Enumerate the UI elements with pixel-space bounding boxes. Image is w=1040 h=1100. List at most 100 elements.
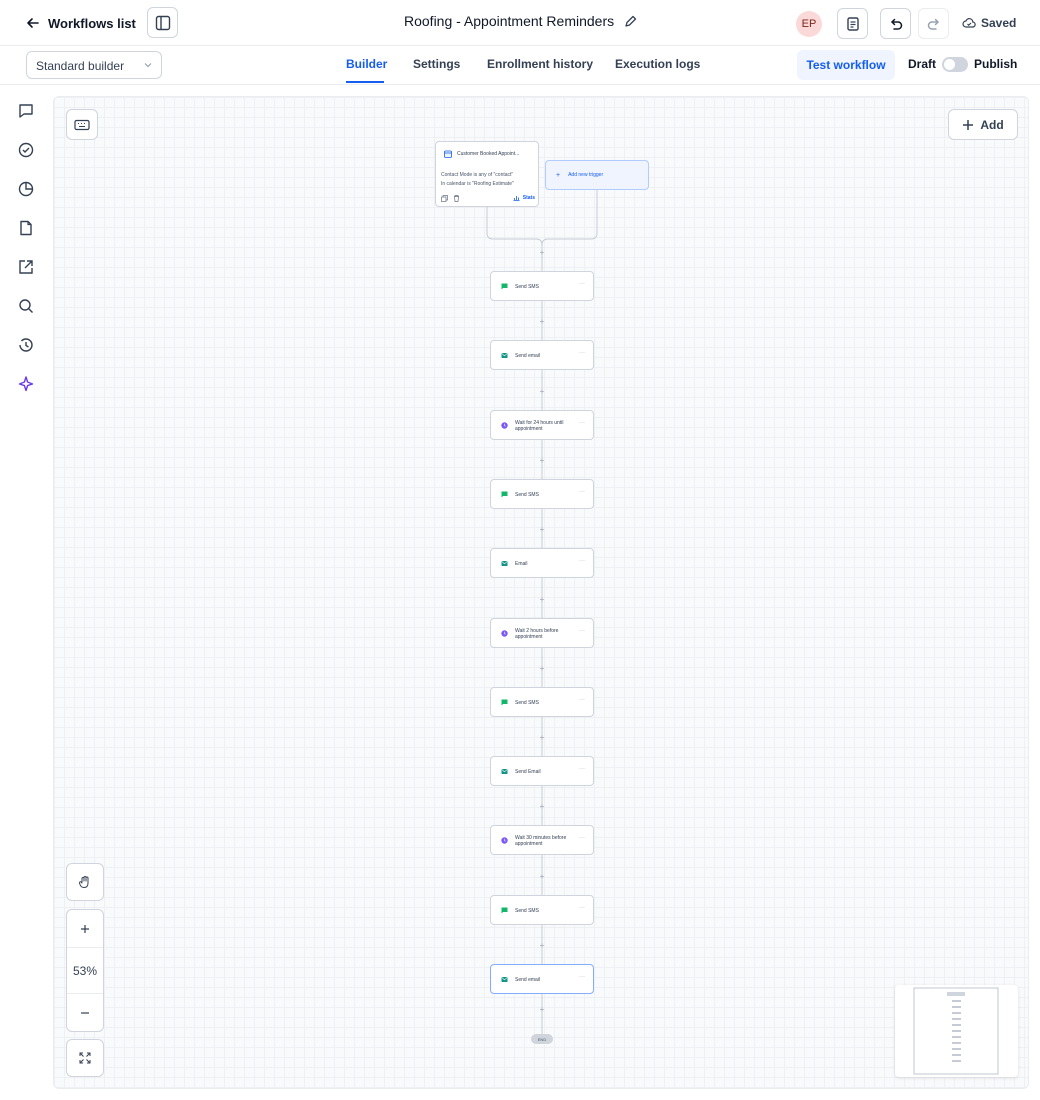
zoom-level: 53% (72, 963, 98, 978)
file-icon[interactable] (17, 219, 35, 237)
cloud-check-icon (962, 18, 976, 28)
tab-enrollment-history[interactable]: Enrollment history (487, 57, 593, 71)
step-label: Send Email (515, 769, 541, 775)
workflow-title: Roofing - Appointment Reminders (404, 13, 637, 29)
tab-execution-logs[interactable]: Execution logs (615, 57, 700, 71)
add-step-button[interactable]: + (538, 387, 546, 397)
zoom-in-button[interactable] (67, 910, 103, 948)
workflow-step-sms[interactable]: Send SMS ··· (490, 271, 594, 301)
search-icon[interactable] (17, 297, 35, 315)
saved-label: Saved (981, 16, 1017, 30)
email-icon (501, 353, 508, 358)
step-label: Send email (515, 353, 541, 359)
sms-icon (501, 283, 508, 290)
calendar-icon (444, 150, 452, 158)
more-options-icon[interactable]: ··· (579, 350, 585, 356)
draft-label: Draft (908, 57, 937, 71)
undo-icon (890, 18, 902, 30)
step-label: Email (515, 561, 528, 567)
undo-button[interactable] (880, 8, 911, 39)
workflow-step-email[interactable]: Send Email ··· (490, 756, 594, 786)
more-options-icon[interactable]: ··· (579, 628, 585, 634)
workflow-step-email[interactable]: Send email ··· (490, 340, 594, 370)
more-options-icon[interactable]: ··· (579, 766, 585, 772)
workflow-step-wait[interactable]: Wait 30 minutes before appointment ··· (490, 825, 594, 855)
add-step-button[interactable]: + (538, 248, 546, 258)
add-step-button[interactable]: + (538, 664, 546, 674)
notes-button[interactable] (837, 8, 868, 39)
trigger-header: Customer Booked Appoint... (444, 150, 519, 158)
add-new-trigger-button[interactable]: + Add new trigger (545, 160, 649, 190)
chevron-down-icon (144, 63, 152, 68)
clock-icon (501, 422, 508, 429)
add-step-button[interactable]: + (538, 525, 546, 535)
sms-icon (501, 699, 508, 706)
check-circle-icon[interactable] (17, 141, 35, 159)
add-step-button[interactable]: + (538, 595, 546, 605)
more-options-icon[interactable]: ··· (579, 835, 585, 841)
more-options-icon[interactable]: ··· (579, 420, 585, 426)
redo-button[interactable] (918, 8, 949, 39)
add-step-button[interactable]: + (538, 802, 546, 812)
toggle-sidebar-button[interactable] (147, 7, 178, 38)
more-options-icon[interactable]: ··· (579, 697, 585, 703)
more-options-icon[interactable]: ··· (579, 558, 585, 564)
add-step-button[interactable]: + (538, 317, 546, 327)
workflow-step-email[interactable]: Send email ··· (490, 964, 594, 994)
chat-icon[interactable] (17, 102, 35, 120)
add-step-button[interactable]: + (538, 872, 546, 882)
step-label: Send SMS (515, 700, 539, 706)
external-link-icon[interactable] (17, 258, 35, 276)
active-tab-indicator (346, 81, 384, 83)
workflow-step-wait[interactable]: Wait for 24 hours until appointment ··· (490, 410, 594, 440)
copy-icon[interactable] (441, 195, 448, 202)
clipboard-icon (846, 16, 859, 31)
saved-status: Saved (962, 16, 1016, 30)
more-options-icon[interactable]: ··· (579, 489, 585, 495)
zoom-out-button[interactable] (67, 993, 103, 1031)
trash-icon[interactable] (453, 195, 460, 202)
history-icon[interactable] (17, 336, 35, 354)
add-step-button[interactable]: + (538, 456, 546, 466)
back-label: Workflows list (48, 15, 136, 31)
tab-settings[interactable]: Settings (413, 57, 460, 71)
avatar[interactable]: EP (796, 11, 822, 37)
fit-view-button[interactable] (66, 1039, 104, 1077)
test-workflow-button[interactable]: Test workflow (797, 50, 895, 80)
minimap-preview (913, 987, 999, 1075)
workflow-step-wait[interactable]: Wait 2 hours before appointment ··· (490, 618, 594, 648)
workflow-step-email[interactable]: Email ··· (490, 548, 594, 578)
email-icon (501, 769, 508, 774)
trigger-title: Customer Booked Appoint... (457, 151, 520, 157)
pie-chart-icon[interactable] (17, 180, 35, 198)
add-step-button[interactable]: + (538, 733, 546, 743)
builder-toolbar: Standard builder Builder Settings Enroll… (0, 46, 1040, 85)
toggle-knob (944, 59, 955, 70)
arrow-left-icon (27, 18, 39, 28)
trigger-card[interactable]: Customer Booked Appoint... Contact Mode … (435, 141, 539, 207)
minimap[interactable] (895, 985, 1018, 1077)
workflow-step-sms[interactable]: Send SMS ··· (490, 479, 594, 509)
zoom-controls: 53% (66, 909, 104, 1032)
pencil-icon[interactable] (624, 15, 637, 28)
trigger-stats-link[interactable]: Stats (513, 195, 535, 201)
workflow-canvas[interactable]: Add Customer Booked Appoint... Contact M… (53, 96, 1029, 1089)
email-icon (501, 977, 508, 982)
add-step-button[interactable]: + (538, 1005, 546, 1015)
publish-label: Publish (974, 57, 1018, 71)
sparkle-icon[interactable] (17, 375, 35, 393)
sms-icon (501, 907, 508, 914)
publish-toggle[interactable] (942, 57, 968, 72)
more-options-icon[interactable]: ··· (579, 905, 585, 911)
back-to-workflows-link[interactable]: Workflows list (26, 12, 136, 34)
add-step-button[interactable]: + (538, 941, 546, 951)
more-options-icon[interactable]: ··· (579, 281, 585, 287)
workflow-step-sms[interactable]: Send SMS ··· (490, 895, 594, 925)
pan-tool-button[interactable] (66, 863, 104, 901)
tab-builder[interactable]: Builder (346, 57, 387, 71)
minus-icon (81, 1011, 89, 1014)
add-trigger-label: Add new trigger (568, 172, 604, 178)
workflow-step-sms[interactable]: Send SMS ··· (490, 687, 594, 717)
more-options-icon[interactable]: ··· (579, 974, 585, 980)
builder-type-select[interactable]: Standard builder (26, 51, 162, 79)
